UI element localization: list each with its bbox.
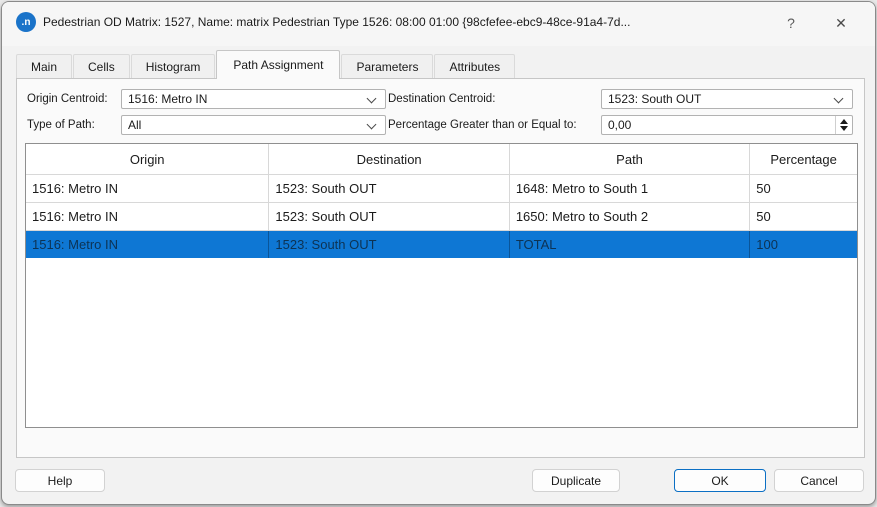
destination-centroid-label: Destination Centroid: bbox=[388, 89, 495, 109]
percentage-threshold-spinbox[interactable] bbox=[601, 115, 853, 135]
cancel-button[interactable]: Cancel bbox=[774, 469, 864, 492]
tab-attributes[interactable]: Attributes bbox=[434, 54, 515, 78]
cell-path[interactable]: 1648: Metro to South 1 bbox=[510, 175, 750, 202]
table-row[interactable]: 1516: Metro IN 1523: South OUT 1648: Met… bbox=[26, 174, 857, 202]
cell-percentage[interactable]: 50 bbox=[750, 203, 857, 230]
chevron-down-icon bbox=[367, 94, 377, 104]
cell-origin[interactable]: 1516: Metro IN bbox=[26, 203, 269, 230]
cell-path[interactable]: TOTAL bbox=[510, 231, 750, 258]
destination-centroid-select[interactable]: 1523: South OUT bbox=[601, 89, 853, 109]
table-row-selected[interactable]: 1516: Metro IN 1523: South OUT TOTAL 100 bbox=[26, 230, 857, 258]
cell-path[interactable]: 1650: Metro to South 2 bbox=[510, 203, 750, 230]
column-header-percentage[interactable]: Percentage bbox=[750, 144, 857, 174]
type-of-path-value: All bbox=[128, 118, 141, 132]
window-title: Pedestrian OD Matrix: 1527, Name: matrix… bbox=[43, 2, 630, 42]
origin-centroid-select[interactable]: 1516: Metro IN bbox=[121, 89, 386, 109]
cell-destination[interactable]: 1523: South OUT bbox=[269, 231, 509, 258]
path-assignment-pane: Origin Centroid: 1516: Metro IN Destinat… bbox=[16, 78, 865, 458]
cell-origin[interactable]: 1516: Metro IN bbox=[26, 175, 269, 202]
tab-bar: Main Cells Histogram Path Assignment Par… bbox=[16, 50, 516, 78]
column-header-path[interactable]: Path bbox=[510, 144, 750, 174]
tab-main[interactable]: Main bbox=[16, 54, 72, 78]
origin-centroid-value: 1516: Metro IN bbox=[128, 92, 207, 106]
cell-destination[interactable]: 1523: South OUT bbox=[269, 175, 509, 202]
cell-percentage[interactable]: 100 bbox=[750, 231, 857, 258]
chevron-down-icon bbox=[834, 94, 844, 104]
help-button[interactable]: Help bbox=[15, 469, 105, 492]
type-of-path-label: Type of Path: bbox=[27, 115, 95, 135]
spin-up-icon[interactable] bbox=[840, 119, 848, 124]
app-logo-icon: .n bbox=[16, 12, 36, 32]
table-header-row: Origin Destination Path Percentage bbox=[26, 144, 857, 174]
window-close-button[interactable]: ✕ bbox=[820, 10, 862, 36]
percentage-threshold-label: Percentage Greater than or Equal to: bbox=[388, 115, 577, 135]
column-header-destination[interactable]: Destination bbox=[269, 144, 509, 174]
dialog-window: .n Pedestrian OD Matrix: 1527, Name: mat… bbox=[1, 1, 876, 505]
table-row[interactable]: 1516: Metro IN 1523: South OUT 1650: Met… bbox=[26, 202, 857, 230]
title-bar: .n Pedestrian OD Matrix: 1527, Name: mat… bbox=[2, 2, 875, 46]
destination-centroid-value: 1523: South OUT bbox=[608, 92, 701, 106]
percentage-threshold-input[interactable] bbox=[602, 116, 834, 134]
chevron-down-icon bbox=[367, 120, 377, 130]
tab-parameters[interactable]: Parameters bbox=[341, 54, 433, 78]
ok-button[interactable]: OK bbox=[674, 469, 766, 492]
cell-percentage[interactable]: 50 bbox=[750, 175, 857, 202]
tab-path-assignment[interactable]: Path Assignment bbox=[216, 50, 340, 79]
window-help-button[interactable]: ? bbox=[774, 10, 808, 36]
column-header-origin[interactable]: Origin bbox=[26, 144, 269, 174]
type-of-path-select[interactable]: All bbox=[121, 115, 386, 135]
paths-table: Origin Destination Path Percentage 1516:… bbox=[25, 143, 858, 428]
tab-histogram[interactable]: Histogram bbox=[131, 54, 216, 78]
tab-cells[interactable]: Cells bbox=[73, 54, 130, 78]
spinner-arrows bbox=[835, 116, 852, 134]
origin-centroid-label: Origin Centroid: bbox=[27, 89, 108, 109]
cell-destination[interactable]: 1523: South OUT bbox=[269, 203, 509, 230]
duplicate-button[interactable]: Duplicate bbox=[532, 469, 620, 492]
cell-origin[interactable]: 1516: Metro IN bbox=[26, 231, 269, 258]
spin-down-icon[interactable] bbox=[840, 126, 848, 131]
